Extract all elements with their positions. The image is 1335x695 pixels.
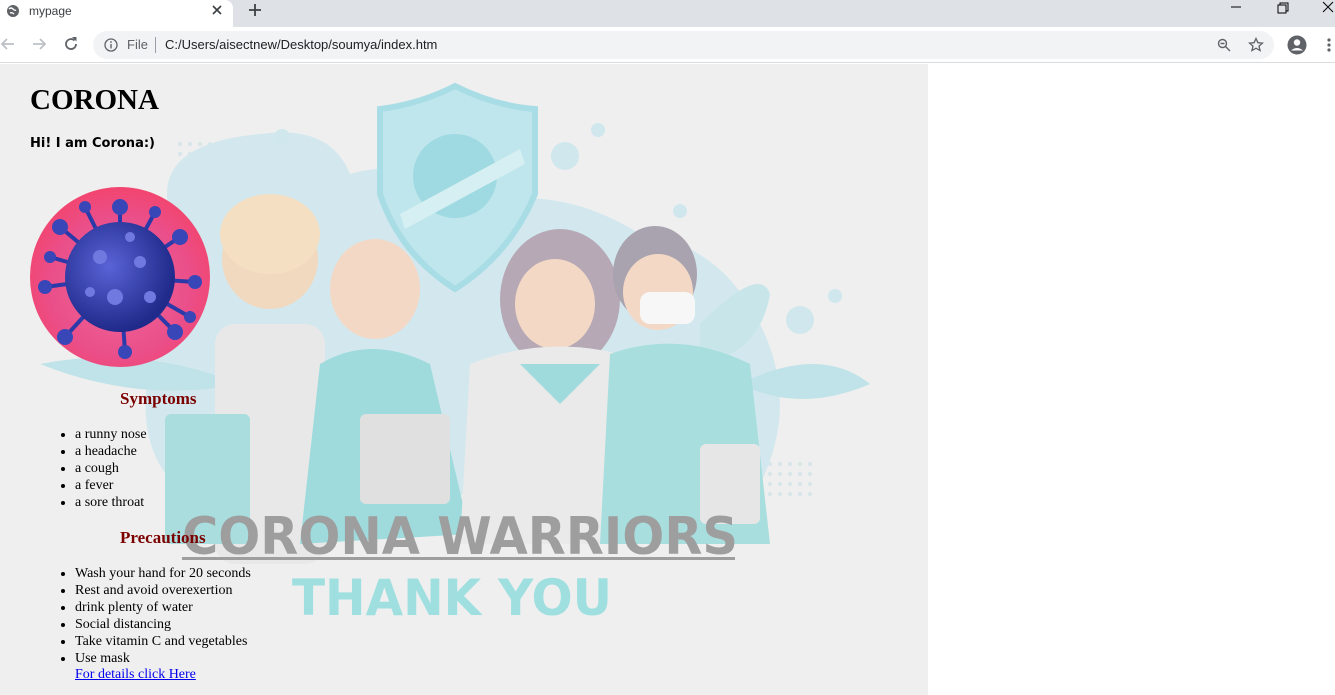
- symptoms-list: a runny nose a headache a cough a fever …: [75, 426, 147, 511]
- details-link[interactable]: For details click Here: [75, 667, 196, 683]
- profile-avatar-icon[interactable]: [1287, 35, 1307, 55]
- globe-icon: [7, 5, 19, 17]
- address-bar[interactable]: File C:/Users/aisectnew/Desktop/soumya/i…: [93, 31, 1274, 59]
- page-viewport: CORONA Hi! I am Corona:) Symptoms • a ru…: [0, 64, 1335, 695]
- window-close-icon[interactable]: [1305, 0, 1335, 20]
- url-text[interactable]: C:/Users/aisectnew/Desktop/soumya/index.…: [165, 37, 437, 52]
- list-item: Rest and avoid overexertion: [75, 582, 251, 599]
- reload-icon[interactable]: [62, 35, 80, 53]
- list-item: a runny nose: [75, 426, 147, 443]
- list-item: a sore throat: [75, 494, 147, 511]
- zoom-icon[interactable]: [1217, 38, 1231, 52]
- kebab-menu-icon[interactable]: [1322, 37, 1335, 53]
- list-item: Take vitamin C and vegetables: [75, 633, 251, 650]
- browser-toolbar: File C:/Users/aisectnew/Desktop/soumya/i…: [0, 27, 1335, 63]
- list-item: drink plenty of water: [75, 599, 251, 616]
- bookmark-star-icon[interactable]: [1248, 37, 1264, 53]
- browser-tab[interactable]: mypage: [0, 0, 233, 27]
- list-item: a headache: [75, 443, 147, 460]
- restore-icon[interactable]: [1259, 0, 1305, 20]
- omnibox-divider: [155, 37, 156, 53]
- tab-title: mypage: [29, 4, 72, 18]
- info-icon[interactable]: [104, 38, 118, 52]
- list-item: a fever: [75, 477, 147, 494]
- forward-arrow-icon[interactable]: [30, 35, 48, 53]
- list-item: a cough: [75, 460, 147, 477]
- intro-text: Hi! I am Corona:): [30, 136, 155, 151]
- back-arrow-icon[interactable]: [0, 35, 17, 53]
- thank-you-banner: CORONA WARRIORS THANK YOU: [182, 507, 738, 627]
- page-title: CORONA: [30, 84, 159, 116]
- tab-strip: mypage: [0, 0, 1335, 27]
- banner-line2: THANK YOU: [292, 569, 612, 627]
- symptoms-heading: Symptoms: [120, 389, 197, 408]
- minimize-icon[interactable]: [1213, 0, 1259, 20]
- scheme-label: File: [127, 37, 148, 52]
- list-item: Social distancing: [75, 616, 251, 633]
- coronavirus-image: [30, 187, 210, 367]
- page-content: CORONA Hi! I am Corona:) Symptoms • a ru…: [0, 64, 928, 695]
- banner-underline: [182, 557, 735, 560]
- precautions-heading: Precautions: [120, 528, 206, 547]
- new-tab-icon[interactable]: [247, 2, 263, 18]
- close-icon[interactable]: [210, 3, 224, 17]
- list-item: Use mask: [75, 650, 251, 667]
- precautions-list: Wash your hand for 20 seconds Rest and a…: [75, 565, 251, 667]
- list-item: Wash your hand for 20 seconds: [75, 565, 251, 582]
